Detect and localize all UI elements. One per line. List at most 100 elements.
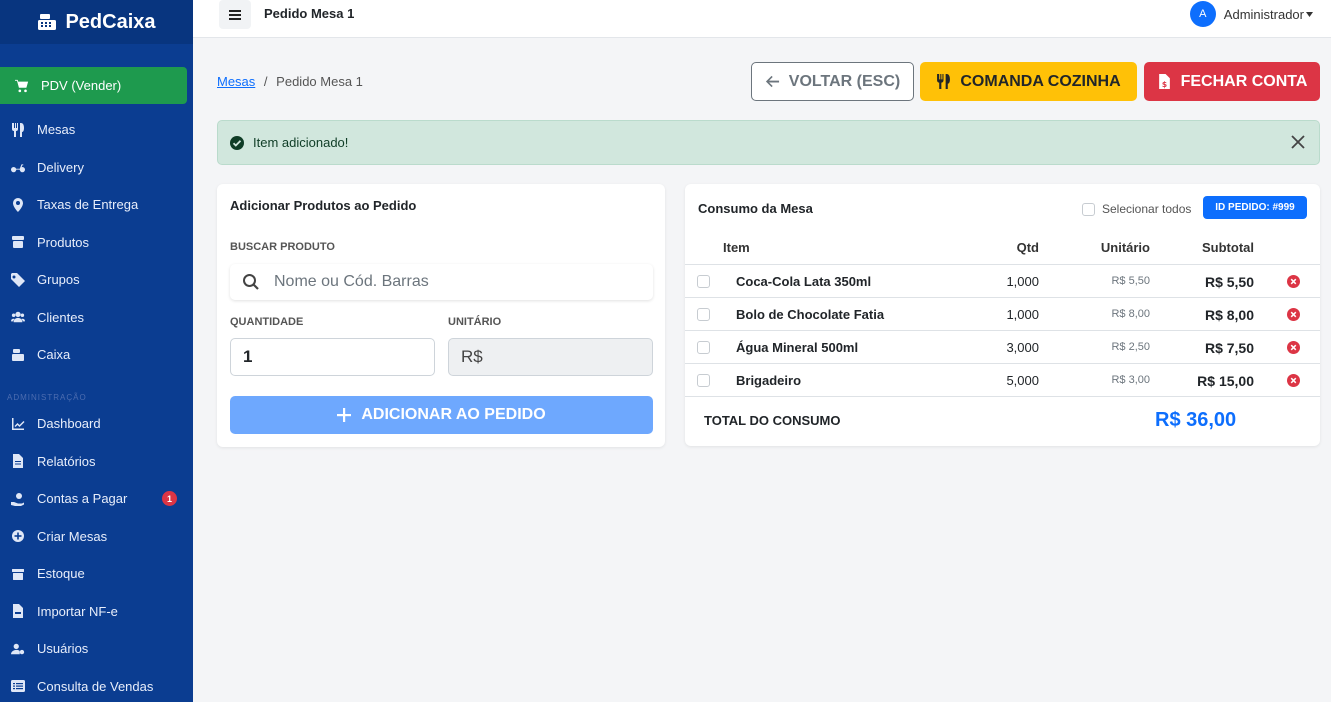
utensils-icon <box>11 122 25 137</box>
brand[interactable]: PedCaixa <box>0 0 193 44</box>
sidebar-item-consulta-vendas[interactable]: Consulta de Vendas <box>0 668 193 702</box>
utensils-icon <box>937 74 951 89</box>
kitchen-order-button[interactable]: COMANDA COZINHA <box>920 62 1137 101</box>
sidebar-item-label: Grupos <box>37 272 80 288</box>
sidebar-item-label: Usuários <box>37 641 89 657</box>
success-alert: Item adicionado! <box>217 120 1320 165</box>
remove-item-icon[interactable] <box>1287 308 1300 321</box>
item-name: Água Mineral 500ml <box>736 340 859 355</box>
row-checkbox[interactable] <box>697 275 710 288</box>
column-header-qtd: Qtd <box>1016 240 1039 255</box>
sidebar-item-relatorios[interactable]: Relatórios <box>0 443 193 481</box>
sidebar-item-label: Criar Mesas <box>37 528 108 544</box>
item-name: Brigadeiro <box>736 373 802 388</box>
sidebar-item-label: Taxas de Entrega <box>37 197 139 213</box>
sidebar-item-criar-mesas[interactable]: Criar Mesas <box>0 518 193 556</box>
unit-price-input: R$ <box>448 338 653 376</box>
unit-price-label: UNITÁRIO <box>448 316 502 328</box>
close-bill-button-label: FECHAR CONTA <box>1180 72 1308 90</box>
row-checkbox[interactable] <box>697 341 710 354</box>
file-invoice-dollar-icon: $ <box>1158 74 1170 89</box>
kitchen-order-button-label: COMANDA COZINHA <box>960 72 1121 90</box>
sidebar-item-pdv[interactable]: PDV (Vender) <box>0 67 187 104</box>
close-bill-button[interactable]: $ FECHAR CONTA <box>1144 62 1320 101</box>
breadcrumb-link-mesas[interactable]: Mesas <box>217 74 255 89</box>
item-subtotal: R$ 5,50 <box>1204 274 1254 290</box>
cash-register-icon <box>38 14 57 30</box>
item-name: Coca-Cola Lata 350ml <box>736 274 872 289</box>
sidebar-item-importar-nfe[interactable]: Importar NF-e <box>0 593 193 631</box>
close-icon[interactable] <box>1289 133 1307 151</box>
sidebar-item-dashboard[interactable]: Dashboard <box>0 405 193 443</box>
search-label: BUSCAR PRODUTO <box>230 241 335 253</box>
sidebar-item-caixa[interactable]: Caixa <box>0 336 193 374</box>
sidebar-admin-menu: Dashboard Relatórios Contas a Pagar 1 Cr… <box>0 405 193 702</box>
product-search-input[interactable]: Nome ou Cód. Barras <box>230 264 653 300</box>
motorcycle-icon <box>11 160 25 174</box>
sidebar-item-label: Contas a Pagar <box>37 491 128 507</box>
page-title: Pedido Mesa 1 <box>264 6 355 21</box>
item-qtd: 3,000 <box>1006 340 1039 355</box>
item-unit-price: R$ 8,00 <box>1111 308 1150 320</box>
file-icon <box>11 454 25 469</box>
user-menu[interactable]: A Administrador <box>1189 1 1313 27</box>
sidebar-item-contas-pagar[interactable]: Contas a Pagar 1 <box>0 480 193 518</box>
box-icon <box>11 235 25 249</box>
row-checkbox[interactable] <box>697 374 710 387</box>
check-circle-icon <box>230 135 244 150</box>
sidebar-item-label: Consulta de Vendas <box>37 678 154 694</box>
avatar: A <box>1189 1 1216 27</box>
arrow-left-icon <box>765 75 779 88</box>
sidebar-section-admin: ADMINISTRAÇÃO <box>7 393 87 402</box>
table-row: Coca-Cola Lata 350ml 1,000 R$ 5,50 R$ 5,… <box>685 265 1320 298</box>
select-all-checkbox[interactable]: Selecionar todos <box>1082 202 1191 216</box>
item-unit-price: R$ 5,50 <box>1111 275 1150 287</box>
list-icon <box>11 679 25 693</box>
sidebar-item-usuarios[interactable]: Usuários <box>0 630 193 668</box>
table-row: Brigadeiro 5,000 R$ 3,00 R$ 15,00 <box>685 364 1320 397</box>
menu-toggle-button[interactable] <box>219 0 251 29</box>
users-icon <box>11 310 25 324</box>
add-products-card: Adicionar Produtos ao Pedido BUSCAR PROD… <box>217 184 665 447</box>
sidebar-item-clientes[interactable]: Clientes <box>0 299 193 337</box>
add-to-order-button[interactable]: ADICIONAR AO PEDIDO <box>230 396 653 434</box>
sidebar-item-label: Relatórios <box>37 453 96 469</box>
search-placeholder: Nome ou Cód. Barras <box>274 273 429 290</box>
row-checkbox[interactable] <box>697 308 710 321</box>
checkbox[interactable] <box>1082 202 1095 216</box>
column-header-item: Item <box>723 240 750 255</box>
topbar: Pedido Mesa 1 A Administrador <box>193 0 1331 38</box>
breadcrumb-separator: / <box>263 74 268 89</box>
svg-text:$: $ <box>1161 80 1166 89</box>
sidebar-item-label: PDV (Vender) <box>41 78 122 93</box>
sidebar-item-estoque[interactable]: Estoque <box>0 555 193 593</box>
remove-item-icon[interactable] <box>1287 374 1300 387</box>
sidebar-item-taxas-entrega[interactable]: Taxas de Entrega <box>0 186 193 224</box>
item-qtd: 1,000 <box>1006 274 1039 289</box>
sidebar-item-mesas[interactable]: Mesas <box>0 111 193 149</box>
sidebar-item-produtos[interactable]: Produtos <box>0 224 193 262</box>
breadcrumb: Mesas / Pedido Mesa 1 <box>217 74 363 89</box>
sidebar-item-label: Importar NF-e <box>37 603 118 619</box>
quantity-label: QUANTIDADE <box>230 316 304 328</box>
item-subtotal: R$ 7,50 <box>1204 340 1254 356</box>
back-button[interactable]: VOLTAR (ESC) <box>751 62 914 101</box>
sidebar-item-grupos[interactable]: Grupos <box>0 261 193 299</box>
sidebar-item-label: Mesas <box>37 122 76 138</box>
quantity-input[interactable]: 1 <box>230 338 435 376</box>
brand-name: PedCaixa <box>65 10 156 33</box>
remove-item-icon[interactable] <box>1287 341 1300 354</box>
sidebar-menu: Mesas Delivery Taxas de Entrega Produtos… <box>0 111 193 374</box>
order-id-badge: ID PEDIDO: #999 <box>1203 196 1307 219</box>
plus-icon <box>337 408 352 422</box>
table-consumption-card: Consumo da Mesa Selecionar todos ID PEDI… <box>685 184 1320 446</box>
alert-message: Item adicionado! <box>253 135 349 150</box>
remove-item-icon[interactable] <box>1287 275 1300 288</box>
item-qtd: 5,000 <box>1006 373 1039 388</box>
file-invoice-icon <box>11 604 25 619</box>
user-name: Administrador <box>1223 6 1304 22</box>
tag-icon <box>11 272 25 287</box>
sidebar-item-delivery[interactable]: Delivery <box>0 149 193 187</box>
sidebar-item-label: Clientes <box>37 309 84 325</box>
hamburger-icon <box>229 9 241 20</box>
